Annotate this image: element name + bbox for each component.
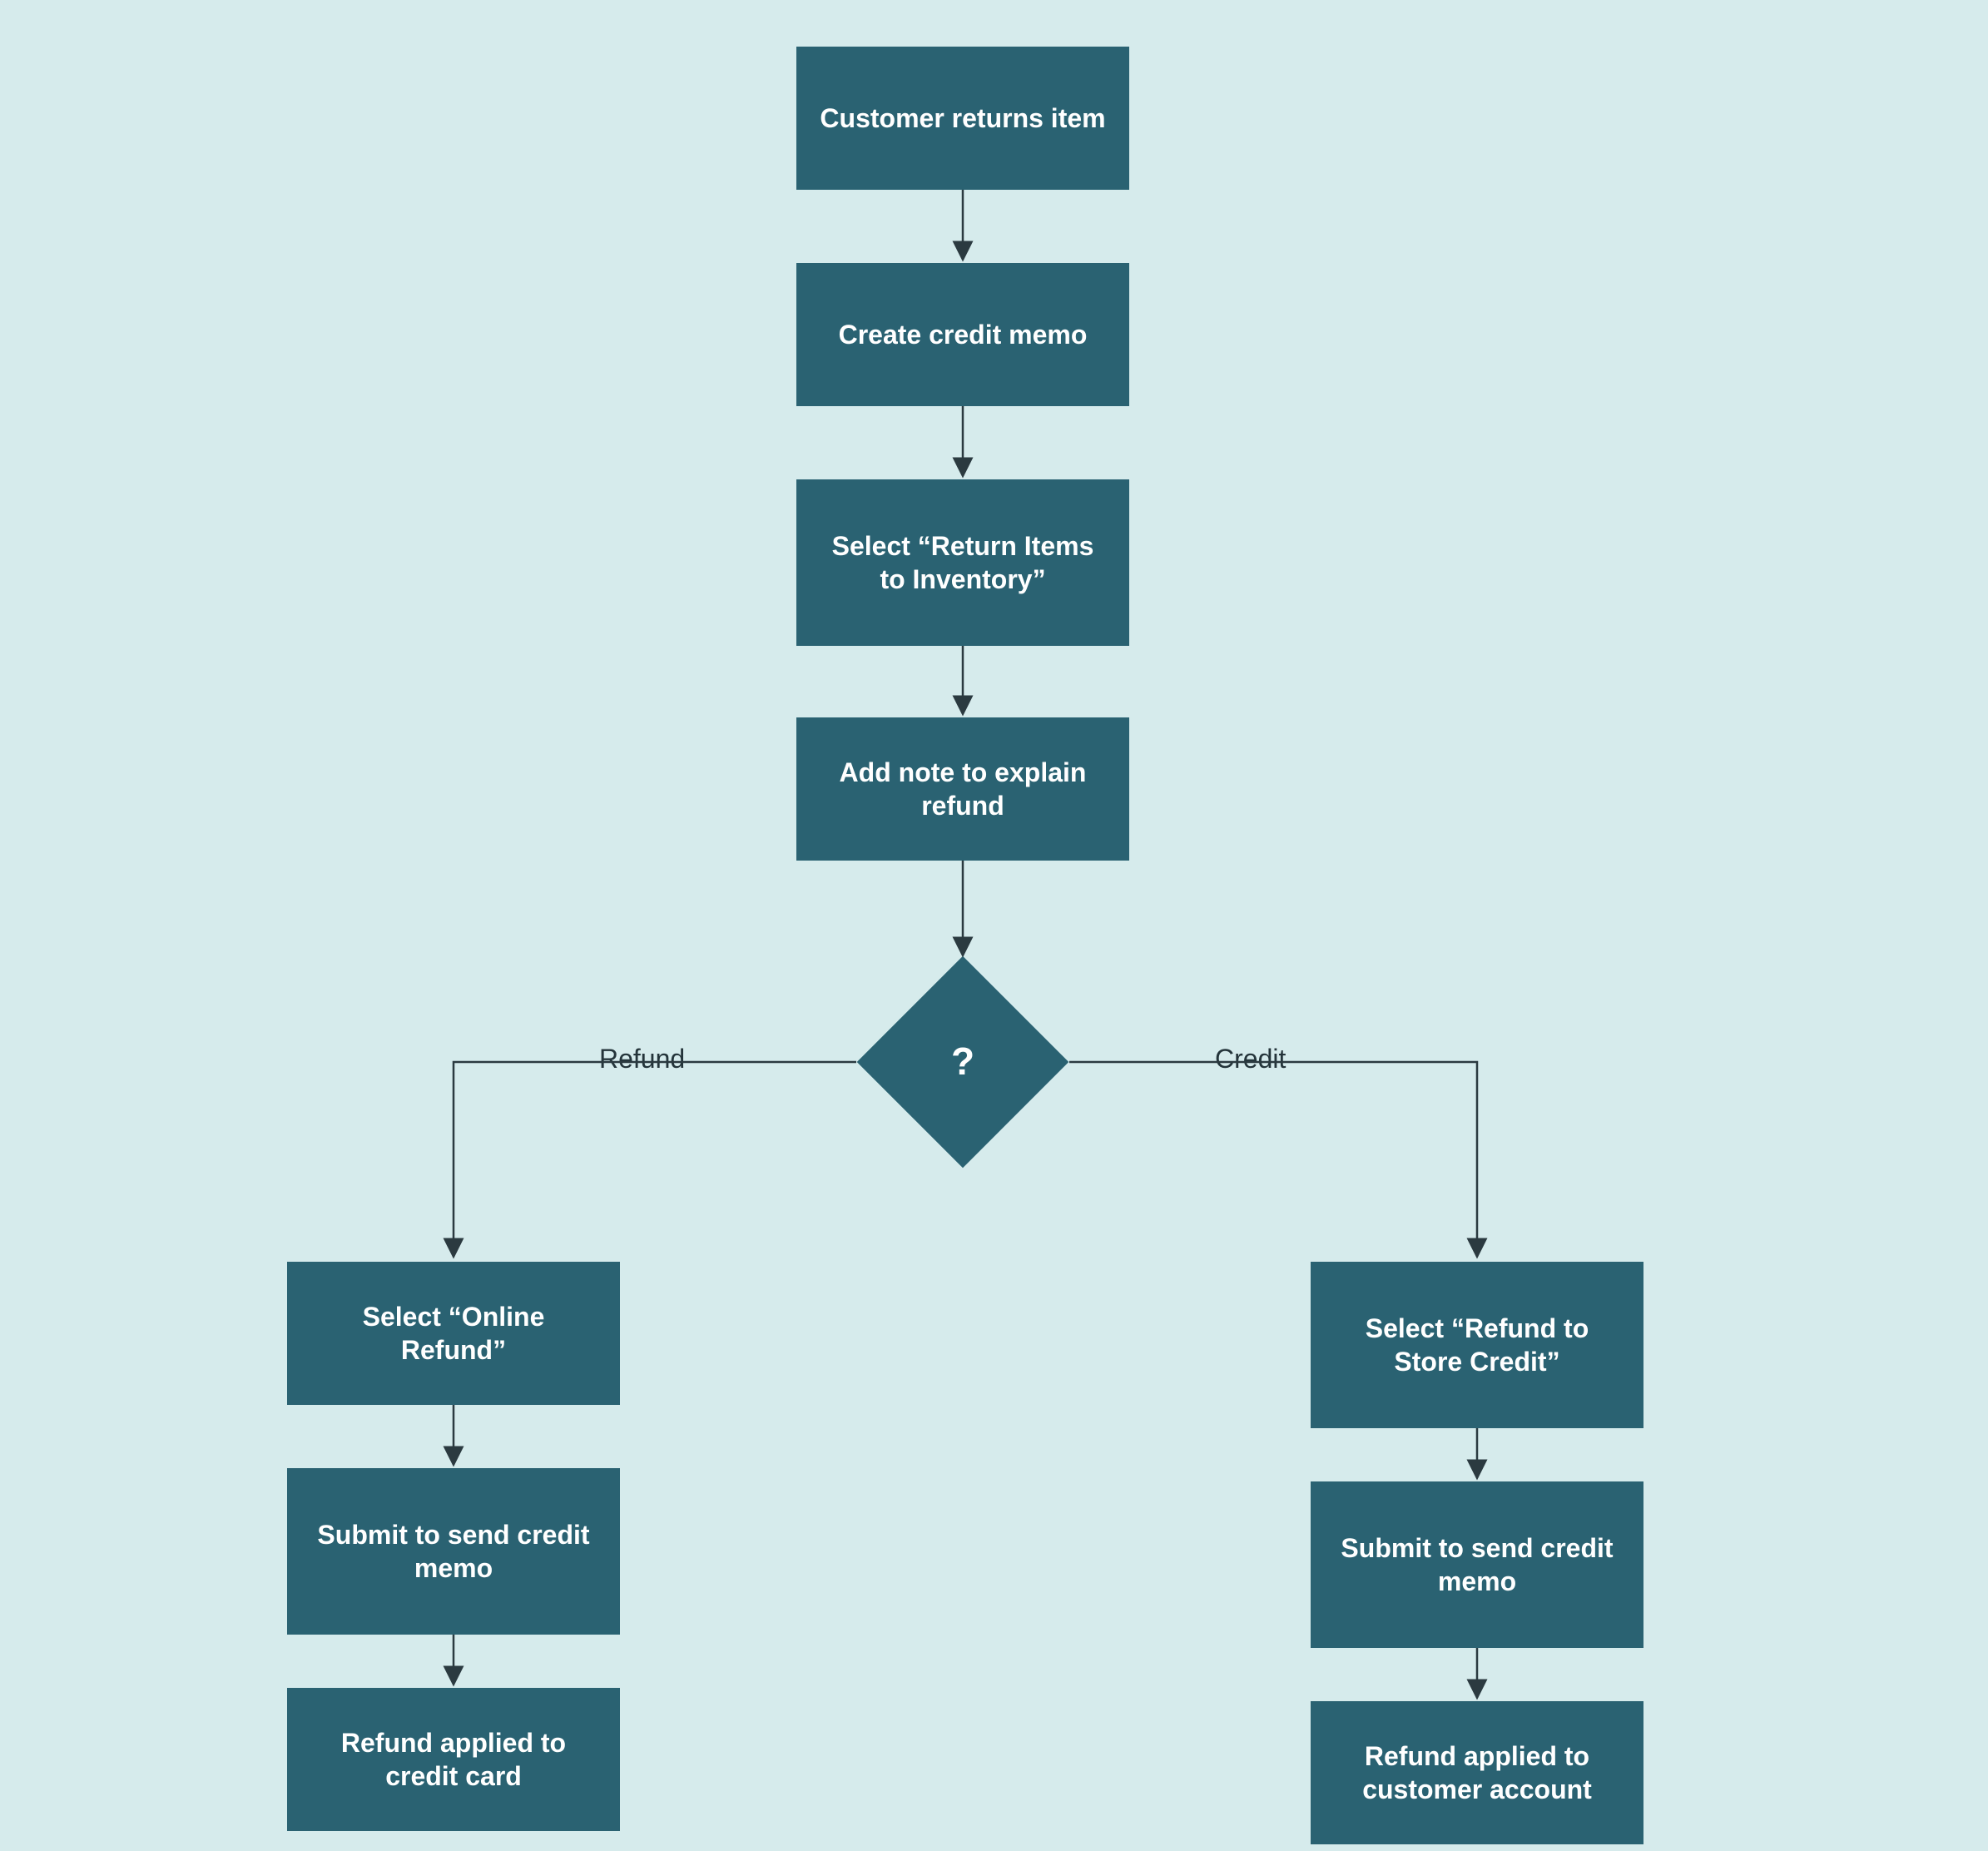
connectors [0,0,1988,1851]
